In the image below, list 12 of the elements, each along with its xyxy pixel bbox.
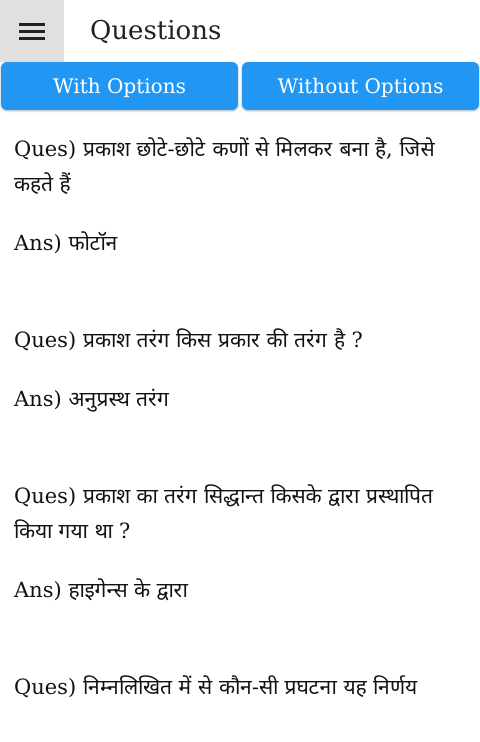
question-text: Ques) प्रकाश छोटे-छोटे कणों से मिलकर बना है, जिसे कहते हैं xyxy=(14,136,436,198)
question-text: Ques) प्रकाश तरंग किस प्रकार की तरंग है ? xyxy=(14,327,364,354)
answer-text: Ans) हाइगेन्स के द्वारा xyxy=(14,577,190,604)
menu-icon xyxy=(19,21,45,41)
question-text: Ques) प्रकाश का तरंग सिद्धान्त किसके द्वारा प्रस्थापित किया गया था ? xyxy=(14,483,434,545)
answer-text: Ans) फोटॉन xyxy=(14,230,118,257)
question-text: Ques) निम्नलिखित में से कौन-सी प्रघटना यह निर्णय xyxy=(14,674,418,701)
menu-button[interactable] xyxy=(0,0,64,62)
screen-title: Questions xyxy=(90,16,222,46)
answer-text: Ans) अनुप्रस्थ तरंग xyxy=(14,386,170,414)
tab-button[interactable]: With Options xyxy=(1,62,238,110)
tab-button[interactable]: Without Options xyxy=(242,62,479,110)
